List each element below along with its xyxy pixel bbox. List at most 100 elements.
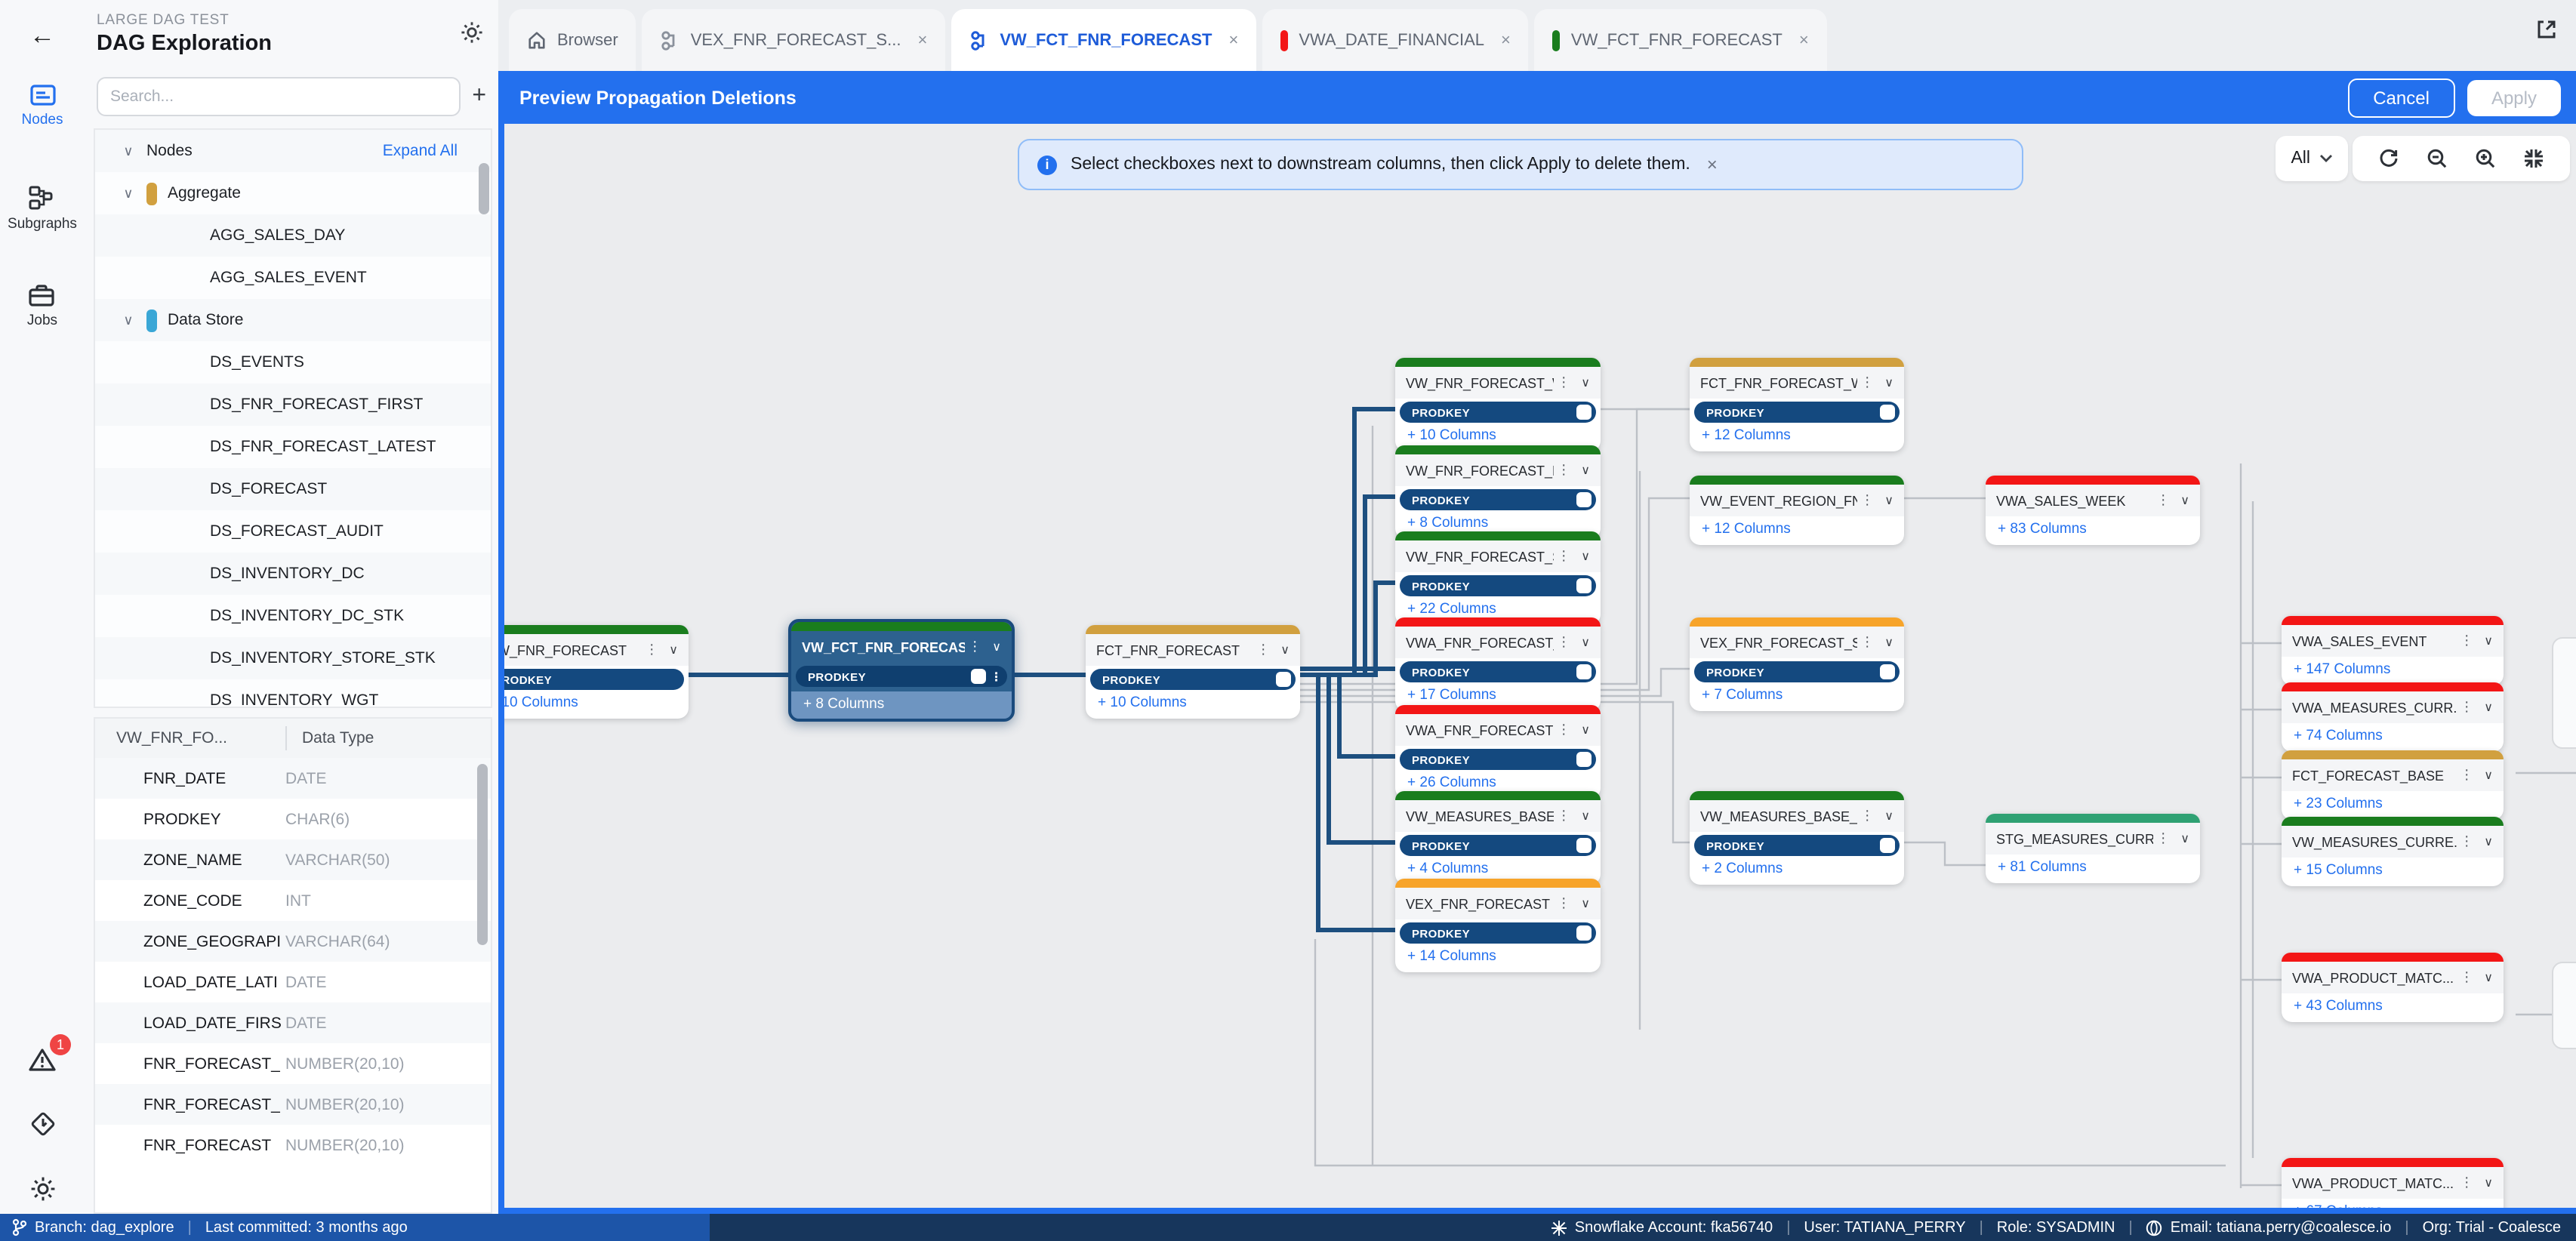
graph-node-vw-fnr-forecast[interactable]: VW_FNR_FORECAST⋮∨ PRODKEY + 10 Columns (498, 625, 689, 719)
table-row[interactable]: FNR_FORECASTNUMBER(20,10) (95, 1125, 491, 1166)
kebab-icon[interactable]: ⋮ (2156, 830, 2170, 847)
columns-link[interactable]: + 15 Columns (2282, 858, 2504, 886)
kebab-icon[interactable]: ⋮ (2460, 969, 2473, 986)
chevron-down-icon[interactable]: ∨ (669, 643, 678, 657)
tab-vw-fct-fnr-forecast[interactable]: VW_FCT_FNR_FORECAST× (951, 9, 1256, 71)
chevron-down-icon[interactable]: ∨ (1581, 723, 1590, 737)
graph-node-vwa-measures-curr[interactable]: VWA_MEASURES_CURR...⋮∨ + 74 Columns (2282, 682, 2504, 752)
close-icon[interactable]: × (1501, 31, 1511, 49)
close-icon[interactable]: × (1799, 31, 1809, 49)
columns-link[interactable]: + 2 Columns (1690, 856, 1904, 885)
kebab-icon[interactable]: ⋮ (645, 642, 658, 658)
graph-node-vw-measures-base[interactable]: VW_MEASURES_BASE_...⋮∨ PRODKEY + 4 Colum… (1395, 791, 1601, 885)
close-icon[interactable]: × (1707, 154, 1718, 175)
rail-item-subgraphs[interactable]: Subgraphs (8, 186, 77, 232)
columns-link[interactable]: + 67 Columns (2282, 1199, 2504, 1214)
graph-node-vwa-fnr-forecast[interactable]: VWA_FNR_FORECAST⋮∨ PRODKEY + 26 Columns (1395, 705, 1601, 799)
kebab-icon[interactable]: ⋮ (1557, 548, 1570, 565)
kebab-icon[interactable]: ⋮ (968, 639, 981, 655)
tree-item[interactable]: DS_FORECAST (95, 468, 491, 510)
graph-node-fct-fnr-forecast[interactable]: FCT_FNR_FORECAST⋮∨ PRODKEY + 10 Columns (1086, 625, 1300, 719)
graph-node-vwa-sales-event[interactable]: VWA_SALES_EVENT⋮∨ + 147 Columns (2282, 616, 2504, 685)
kebab-icon[interactable]: ⋮ (1256, 642, 1270, 658)
chevron-down-icon[interactable]: ∨ (1581, 809, 1590, 823)
graph-node-vwa-product-matc[interactable]: VWA_PRODUCT_MATC...⋮∨ + 43 Columns (2282, 953, 2504, 1022)
table-row[interactable]: ZONE_CODEINT (95, 880, 491, 921)
columns-link[interactable]: + 23 Columns (2282, 791, 2504, 820)
graph-node-vex-fnr-forecast-s[interactable]: VEX_FNR_FORECAST_S...⋮∨ PRODKEY + 7 Colu… (1690, 617, 1904, 711)
kebab-icon[interactable]: ⋮ (2460, 699, 2473, 716)
chevron-down-icon[interactable]: ∨ (2180, 832, 2189, 845)
tab-browser[interactable]: Browser (509, 9, 636, 71)
open-new-tab-icon[interactable] (2535, 18, 2558, 41)
columns-link[interactable]: + 7 Columns (1690, 682, 1904, 711)
graph-node-vw-fnr-forecast-r[interactable]: VW_FNR_FORECAST_R...⋮∨ PRODKEY + 8 Colum… (1395, 445, 1601, 539)
tab-vwa-date-financial[interactable]: VWA_DATE_FINANCIAL× (1262, 9, 1529, 71)
prodkey-checkbox[interactable] (1576, 664, 1592, 679)
rail-item-jobs[interactable]: Jobs (27, 284, 57, 329)
graph-node-stg-measures-curr[interactable]: STG_MEASURES_CURR...⋮∨ + 81 Columns (1986, 814, 2200, 883)
graph-node-vwa-sales-week[interactable]: VWA_SALES_WEEK⋮∨ + 83 Columns (1986, 476, 2200, 545)
graph-node-vw-fnr-forecast-s[interactable]: VW_FNR_FORECAST_S...⋮∨ PRODKEY + 22 Colu… (1395, 531, 1601, 625)
chevron-down-icon[interactable]: ∨ (2484, 768, 2493, 782)
graph-node-vw-measures-curre[interactable]: VW_MEASURES_CURRE...⋮∨ + 15 Columns (2282, 817, 2504, 886)
chevron-down-icon[interactable]: ∨ (2484, 634, 2493, 648)
graph-node-vw-fct-fnr-forecast-selected[interactable]: VW_FCT_FNR_FORECAST⋮∨ PRODKEY⋮ + 8 Colum… (788, 619, 1015, 722)
chevron-down-icon[interactable]: ∨ (1581, 463, 1590, 477)
chevron-down-icon[interactable]: ∨ (1581, 550, 1590, 563)
graph-node-vw-measures-base-2[interactable]: VW_MEASURES_BASE_...⋮∨ PRODKEY + 2 Colum… (1690, 791, 1904, 885)
columns-link[interactable]: + 74 Columns (2282, 723, 2504, 752)
columns-link[interactable]: + 83 Columns (1986, 516, 2200, 545)
data-type-header[interactable]: Data Type (285, 726, 374, 750)
table-row[interactable]: FNR_DATEDATE (95, 758, 491, 799)
chevron-down-icon[interactable]: ∨ (1884, 636, 1893, 649)
refresh-icon[interactable] (2365, 148, 2413, 169)
prodkey-checkbox[interactable] (971, 669, 986, 684)
chevron-down-icon[interactable]: ∨ (1581, 636, 1590, 649)
tree-group-datastore[interactable]: ∨ Data Store (95, 299, 491, 341)
table-row[interactable]: LOAD_DATE_FIRSDATE (95, 1002, 491, 1043)
git-status-section[interactable]: Branch: dag_explore | Last committed: 3 … (0, 1214, 710, 1241)
kebab-icon[interactable]: ⋮ (1557, 634, 1570, 651)
table-row[interactable]: FNR_FORECAST_NUMBER(20,10) (95, 1043, 491, 1084)
tree-item[interactable]: DS_INVENTORY_WGT (95, 679, 491, 708)
kebab-icon[interactable]: ⋮ (2460, 833, 2473, 850)
tree-item[interactable]: AGG_SALES_EVENT (95, 257, 491, 299)
git-diff-icon[interactable] (29, 1111, 55, 1137)
prodkey-checkbox[interactable] (1880, 838, 1895, 853)
kebab-icon[interactable]: ⋮ (1557, 808, 1570, 824)
graph-node-fct-fnr-forecast-w[interactable]: FCT_FNR_FORECAST_W...⋮∨ PRODKEY + 12 Col… (1690, 358, 1904, 451)
chevron-down-icon[interactable]: ∨ (1581, 376, 1590, 390)
tree-item[interactable]: DS_FNR_FORECAST_FIRST (95, 383, 491, 426)
chevron-down-icon[interactable]: ∨ (2484, 835, 2493, 848)
kebab-icon[interactable]: ⋮ (1557, 722, 1570, 738)
chevron-down-icon[interactable]: ∨ (992, 640, 1001, 654)
kebab-icon[interactable]: ⋮ (1860, 808, 1874, 824)
dag-canvas[interactable]: i Select checkboxes next to downstream c… (498, 124, 2576, 1214)
close-icon[interactable]: × (917, 31, 927, 49)
chevron-down-icon[interactable]: ∨ (2180, 494, 2189, 507)
search-input[interactable] (97, 77, 460, 116)
kebab-icon[interactable]: ⋮ (1860, 634, 1874, 651)
zoom-out-icon[interactable] (2413, 148, 2461, 169)
table-row[interactable]: LOAD_DATE_LATIDATE (95, 962, 491, 1002)
tree-item[interactable]: DS_INVENTORY_DC_STK (95, 595, 491, 637)
chevron-down-icon[interactable]: ∨ (1280, 643, 1290, 657)
table-row[interactable]: ZONE_NAMEVARCHAR(50) (95, 839, 491, 880)
columns-link[interactable]: + 147 Columns (2282, 657, 2504, 685)
kebab-icon[interactable]: ⋮ (2460, 633, 2473, 649)
zoom-in-icon[interactable] (2461, 148, 2510, 169)
prodkey-checkbox[interactable] (1276, 672, 1291, 687)
kebab-icon[interactable]: ⋮ (2460, 1175, 2473, 1191)
chevron-down-icon[interactable]: ∨ (1884, 376, 1893, 390)
prodkey-checkbox[interactable] (1576, 405, 1592, 420)
close-icon[interactable]: × (1228, 31, 1238, 49)
kebab-icon[interactable]: ⋮ (1860, 374, 1874, 391)
prodkey-checkbox[interactable] (1880, 405, 1895, 420)
table-row[interactable]: FNR_FORECAST_NUMBER(20,10) (95, 1084, 491, 1125)
settings-gear-icon[interactable] (29, 1176, 55, 1202)
graph-node-vex-fnr-forecast[interactable]: VEX_FNR_FORECAST⋮∨ PRODKEY + 14 Columns (1395, 879, 1601, 972)
apply-button[interactable]: Apply (2467, 79, 2561, 115)
columns-link[interactable]: + 8 Columns (791, 691, 1012, 719)
graph-node-vwa-fnr-forecast-x[interactable]: VWA_FNR_FORECAST_...⋮∨ PRODKEY + 17 Colu… (1395, 617, 1601, 711)
